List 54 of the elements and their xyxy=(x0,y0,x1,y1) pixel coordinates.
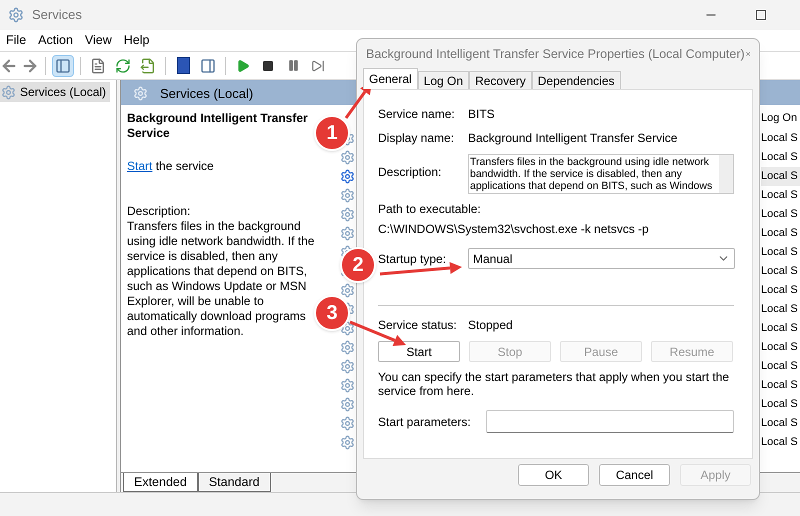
dialog-tab[interactable]: Log On xyxy=(418,71,470,89)
start-link[interactable]: Start xyxy=(127,159,152,173)
table-cell-text: Local S xyxy=(761,397,799,412)
description-box[interactable]: Transfers files in the background using idle network bandwidth. If the service is disabled, then any applications that depend on BITS, such as Windows xyxy=(468,154,734,194)
action-text: the service xyxy=(154,159,214,173)
view-tab[interactable]: Extended xyxy=(123,473,198,492)
dialog-tab[interactable]: Dependencies xyxy=(532,71,620,89)
table-cell-text: Local S xyxy=(761,340,799,356)
table-cell: Local S xyxy=(761,167,800,186)
pane-title: Services (Local) xyxy=(160,84,254,103)
table-cell-text: Local S xyxy=(761,188,799,204)
table-cell-text: Local S xyxy=(761,359,799,374)
status-value: Stopped xyxy=(468,317,513,334)
field-label: Display name: xyxy=(378,130,456,147)
dialog-tab[interactable]: Recovery xyxy=(469,71,532,89)
field-label: Start parameters: xyxy=(378,414,472,430)
table-cell-text: Local S xyxy=(761,245,799,260)
dialog-title: Background Intelligent Transfer Service Properties (Local Computer) xyxy=(366,46,745,63)
menu-item[interactable]: Action xyxy=(32,31,79,50)
window-title: Services xyxy=(32,6,82,24)
description-text: Transfers files in the background using idle network bandwidth. If the service is disabled, then any applications that depend on BITS, such as Windows Update or MSN Explorer, will be unable to automatically download programs and other information. xyxy=(127,219,316,339)
menu-item[interactable]: File xyxy=(0,31,32,50)
dialog-tab[interactable]: General xyxy=(363,68,418,89)
table-cell-text: Local S xyxy=(761,264,799,280)
hint-text: You can specify the start parameters that apply when you start the service from here. xyxy=(378,370,730,398)
field-label: Service name: xyxy=(378,106,456,123)
view-tab[interactable]: Standard xyxy=(198,473,271,492)
field-label: Description: xyxy=(378,164,442,181)
field-value: BITS xyxy=(468,106,495,123)
table-cell-text: Local S xyxy=(761,226,799,242)
startup-type-dropdown[interactable]: Manual xyxy=(468,248,735,269)
table-cell-text: Local S xyxy=(761,302,799,318)
field-label: Service status: xyxy=(378,317,458,334)
path-value: C:\WINDOWS\System32\svchost.exe -k netsvcs -p xyxy=(378,221,650,238)
dialog-button[interactable]: OK xyxy=(518,464,589,486)
menu-item[interactable]: View xyxy=(78,31,118,50)
table-cell-text: Local S xyxy=(761,416,799,432)
column-header[interactable]: Log On xyxy=(761,105,800,129)
dialog-button[interactable]: Cancel xyxy=(599,464,670,486)
menu-item[interactable]: Help xyxy=(118,31,156,50)
field-label: Path to executable: xyxy=(378,201,482,218)
service-title: Background Intelligent Transfer Service xyxy=(127,111,309,141)
description-label: Description: xyxy=(127,204,192,219)
table-cell-text: Local S xyxy=(761,207,799,222)
tree-item[interactable]: Services (Local) xyxy=(0,82,110,102)
field-label: Startup type: xyxy=(378,250,448,268)
table-cell-text: Local S xyxy=(761,283,799,298)
service-control-button[interactable]: Start xyxy=(378,341,460,362)
table-cell-text: Local S xyxy=(761,378,799,394)
table-cell-text: Local S xyxy=(761,321,799,336)
field-value: Background Intelligent Transfer Service xyxy=(468,130,678,147)
table-cell-text: Local S xyxy=(761,435,799,450)
table-cell-text: Local S xyxy=(761,150,799,166)
table-cell-text: Local S xyxy=(761,131,799,146)
